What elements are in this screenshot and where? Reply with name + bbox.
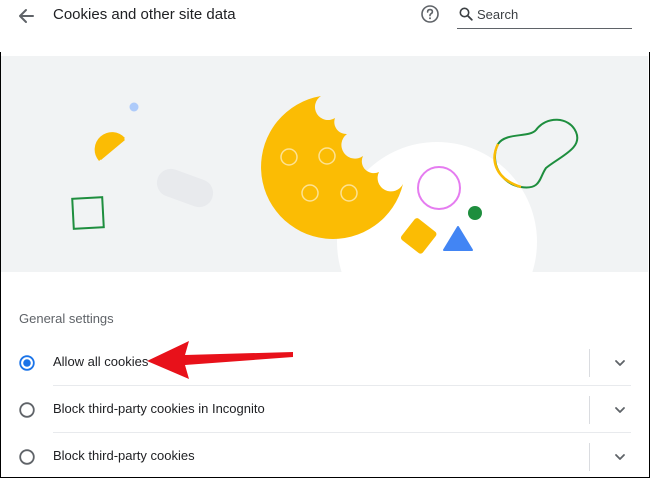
search-box[interactable] [457,2,632,29]
search-icon [459,7,473,21]
general-settings-heading: General settings [19,311,114,326]
red-arrow-annotation [147,341,293,379]
help-button[interactable] [420,4,440,24]
divider [589,443,590,471]
option-label: Block third-party cookies [53,448,195,463]
back-button[interactable] [12,2,40,30]
cookie-illustration [71,96,579,272]
option-label: Allow all cookies [53,354,149,369]
option-block-third-party-incognito[interactable]: Block third-party cookies in Incognito [0,386,650,432]
radio-selected-icon[interactable] [19,355,35,371]
cookie-illustration-banner [1,56,648,272]
radio-unselected-icon[interactable] [19,402,35,418]
radio-unselected-icon[interactable] [19,449,35,465]
chevron-down-icon[interactable] [610,353,630,373]
page-header: Cookies and other site data [0,0,650,52]
help-icon [421,5,439,23]
divider [589,349,590,377]
page-title: Cookies and other site data [53,6,236,23]
divider [589,396,590,424]
option-block-third-party[interactable]: Block third-party cookies [0,433,650,479]
option-allow-all-cookies[interactable]: Allow all cookies [0,339,650,385]
chevron-down-icon[interactable] [610,400,630,420]
arrow-back-icon [19,9,34,23]
chevron-down-icon[interactable] [610,447,630,467]
search-input[interactable] [477,5,627,23]
option-label: Block third-party cookies in Incognito [53,401,265,416]
